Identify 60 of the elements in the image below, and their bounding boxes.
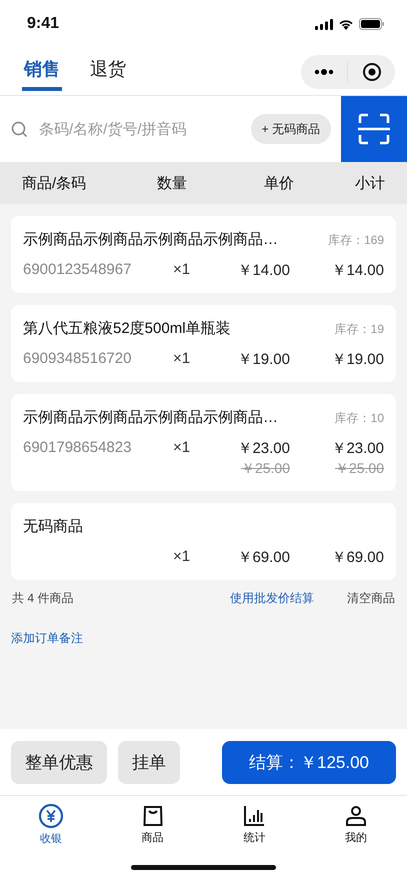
- original-price: ￥25.00: [240, 460, 290, 476]
- unit-price: ￥14.00: [236, 261, 290, 280]
- unit-price: ￥69.00: [236, 548, 290, 567]
- item-card[interactable]: 无码商品 ×1 ￥69.00 ￥69.00: [11, 503, 396, 580]
- barcode: 6900123548967: [23, 261, 132, 278]
- search-field[interactable]: 条码/名称/货号/拼音码: [37, 120, 242, 138]
- bar-chart-icon: [242, 804, 266, 828]
- clear-items-link[interactable]: 清空商品: [347, 590, 395, 607]
- item-card[interactable]: 第八代五粮液52度500ml单瓶装 库存：19 6909348516720 ×1 ￥19.00 ￥19.00: [11, 305, 396, 382]
- wholesale-price-link[interactable]: 使用批发价结算: [230, 590, 314, 607]
- subtotal: ￥14.00: [330, 261, 384, 280]
- quantity: ×1: [173, 261, 192, 280]
- bag-icon: [140, 804, 165, 828]
- scan-icon: [357, 112, 391, 146]
- barcode: 6901798654823: [23, 439, 132, 456]
- discount-button[interactable]: 整单优惠: [11, 740, 107, 784]
- subtotal: ￥19.00: [330, 350, 384, 369]
- no-code-item-button[interactable]: + 无码商品: [250, 114, 331, 144]
- item-card[interactable]: 示例商品示例商品示例商品示例商品… 库存：169 6900123548967 ×1 ￥14.00 ￥14.00: [11, 216, 396, 293]
- unit-price: ￥19.00: [236, 350, 290, 369]
- search-icon: [11, 120, 28, 138]
- wifi-icon: [338, 18, 354, 30]
- stock-count: 库存：169: [328, 232, 384, 249]
- item-name: 示例商品示例商品示例商品示例商品…: [23, 408, 278, 427]
- tab-bar-item[interactable]: 收银: [0, 796, 102, 851]
- status-time: 9:41: [27, 15, 60, 33]
- subtotal: ￥23.00: [330, 439, 384, 458]
- battery-icon: [359, 18, 385, 30]
- original-subtotal: ￥25.00: [334, 460, 384, 476]
- item-count: 共 4 件商品: [12, 590, 74, 607]
- item-name: 示例商品示例商品示例商品示例商品…: [23, 230, 278, 249]
- scan-button[interactable]: [341, 96, 407, 162]
- item-name: 无码商品: [23, 517, 83, 536]
- tab-bar-item[interactable]: 统计: [204, 796, 306, 851]
- unit-price: ￥23.00: [236, 439, 290, 458]
- item-card[interactable]: 示例商品示例商品示例商品示例商品… 库存：10 6901798654823 ×1 ￥23.00 ￥23.00 ￥25.00 ￥25.00: [11, 394, 396, 491]
- signal-icon: [315, 18, 333, 30]
- subtotal: ￥69.00: [330, 548, 384, 567]
- tab[interactable]: 退货: [88, 52, 128, 90]
- quantity: ×1: [173, 548, 192, 567]
- tab-bar-item[interactable]: 我的: [305, 796, 407, 851]
- stock-count: 库存：10: [334, 410, 384, 427]
- stock-count: 库存：19: [334, 321, 384, 338]
- column-header: 商品/条码: [22, 174, 88, 192]
- item-name: 第八代五粮液52度500ml单瓶装: [23, 319, 231, 338]
- yuan-icon: [38, 803, 64, 829]
- tab[interactable]: 销售: [22, 52, 62, 90]
- column-header: 单价: [263, 174, 294, 192]
- quantity: ×1: [173, 350, 192, 369]
- barcode: 6909348516720: [23, 350, 132, 367]
- more-icon[interactable]: [314, 68, 334, 74]
- target-icon[interactable]: [362, 62, 382, 82]
- add-note-link[interactable]: 添加订单备注: [11, 630, 83, 647]
- quantity: ×1: [173, 439, 192, 458]
- tab-bar-item[interactable]: 商品: [102, 796, 204, 851]
- column-header: 数量: [157, 174, 188, 192]
- checkout-button[interactable]: 结算：￥125.00: [222, 740, 396, 784]
- person-icon: [344, 804, 368, 828]
- hold-order-button[interactable]: 挂单: [118, 740, 180, 784]
- column-header: 小计: [354, 174, 385, 192]
